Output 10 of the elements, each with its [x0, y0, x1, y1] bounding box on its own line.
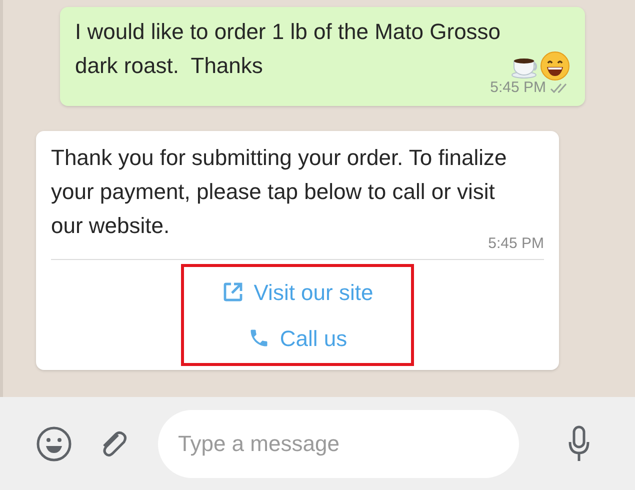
smiley-icon[interactable] [36, 426, 72, 462]
message-action-button[interactable]: Visit our site [222, 269, 374, 315]
external-link-icon [222, 281, 244, 303]
microphone-icon[interactable] [567, 424, 591, 462]
message-text: I would like to order 1 lb of the Mato Grosso dark roast. Thanks [75, 18, 502, 80]
grinning-emoji-icon [540, 51, 570, 81]
message-input-field[interactable]: Type a message [158, 410, 519, 478]
message-time: 5:45 PM [490, 78, 546, 98]
message-input[interactable]: Type a message [178, 427, 499, 460]
message-action-button[interactable]: Call us [248, 315, 348, 361]
